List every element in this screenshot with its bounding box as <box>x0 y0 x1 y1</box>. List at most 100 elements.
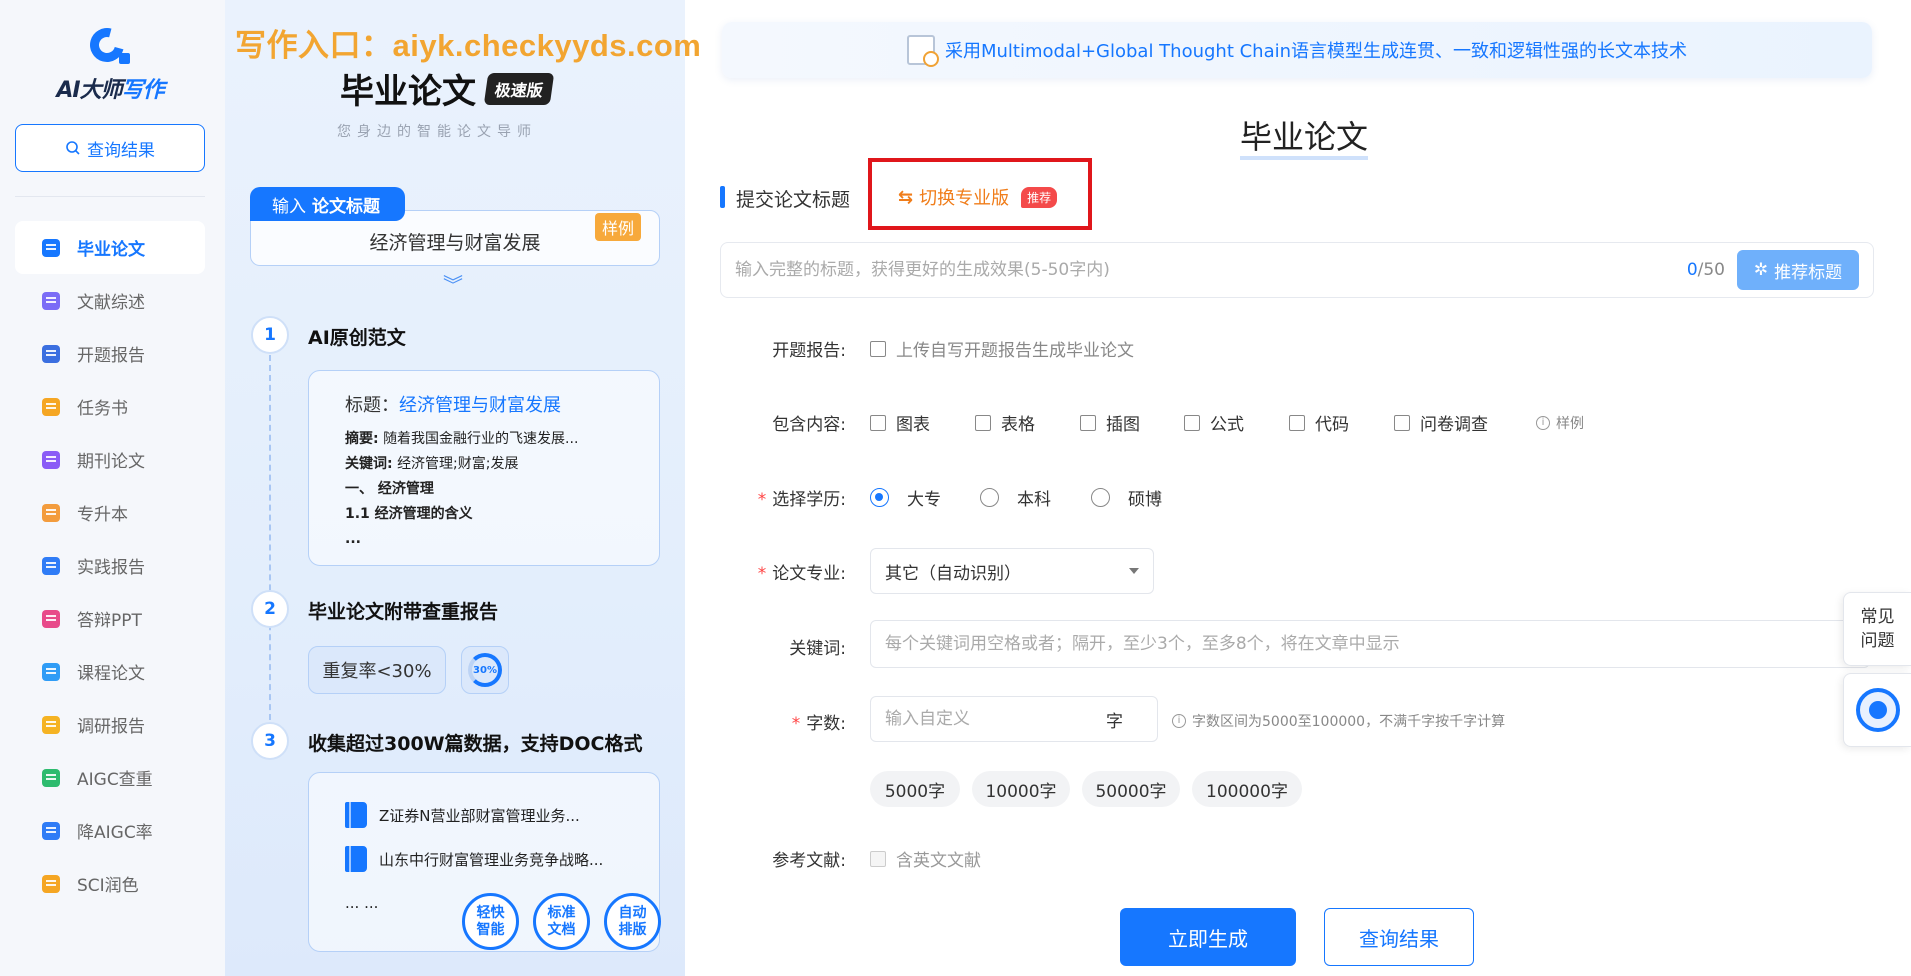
sidebar-item-label: 调研报告 <box>77 717 145 737</box>
sidebar-item[interactable]: 课程论文 <box>15 645 205 698</box>
sidebar: AI大师写作 查询结果 毕业论文文献综述开题报告任务书期刊论文专升本实践报告答辩… <box>0 0 225 976</box>
recommend-badge: 推荐 <box>1021 186 1058 208</box>
sidebar-item[interactable]: 专升本 <box>15 486 205 539</box>
sample-paper-title: 标题：经济管理与财富发展 <box>345 395 561 416</box>
graduation-cap-icon <box>42 238 60 257</box>
sidebar-item[interactable]: 任务书 <box>15 380 205 433</box>
faq-tab[interactable]: 常见 问题 <box>1843 592 1911 666</box>
sample-paper-card: 标题：经济管理与财富发展 摘要: 随着我国金融行业的飞速发展... 关键词: 经… <box>308 370 660 566</box>
checkbox[interactable] <box>870 340 886 357</box>
reduce-aigc-icon <box>42 821 60 840</box>
upgrade-icon <box>42 503 60 522</box>
promo-panel: 毕业论文 极速版 您身边的智能论文导师 输入 论文标题 经济管理与财富发展 样例 … <box>225 0 685 976</box>
customer-service-icon <box>1855 688 1900 732</box>
sidebar-item[interactable]: 毕业论文 <box>15 221 205 274</box>
customer-service-tab[interactable] <box>1843 673 1911 747</box>
sample-ellipsis: ... <box>345 531 361 547</box>
practice-icon <box>42 556 60 575</box>
info-icon: i <box>1172 714 1186 728</box>
sidebar-item[interactable]: 实践报告 <box>15 539 205 592</box>
wordcount-preset-chip[interactable]: 100000字 <box>1192 771 1302 807</box>
sample-heading-2: 1.1 经济管理的含义 <box>345 506 473 522</box>
logo[interactable]: AI大师写作 <box>50 21 170 104</box>
include-code-checkbox[interactable]: 代码 <box>1289 410 1349 435</box>
recommend-title-button[interactable]: ✲ 推荐标题 <box>1737 250 1859 290</box>
sidebar-item[interactable]: 降AIGC率 <box>15 804 205 857</box>
sidebar-query-label: 查询结果 <box>87 140 155 161</box>
sidebar-item[interactable]: 答辩PPT <box>15 592 205 645</box>
keywords-input[interactable] <box>870 620 1870 668</box>
sidebar-item-label: 任务书 <box>77 399 128 419</box>
checkbox[interactable] <box>1080 414 1096 431</box>
wordcount-preset-chip[interactable]: 10000字 <box>972 771 1070 807</box>
sample-heading-1: 一、 经济管理 <box>345 481 434 497</box>
step-title: AI原创范文 <box>308 327 406 349</box>
include-image-checkbox[interactable]: 插图 <box>1080 410 1140 435</box>
references-english-checkbox[interactable]: 含英文文献 <box>870 846 981 871</box>
sidebar-item-label: 答辩PPT <box>77 611 142 631</box>
page-title: 毕业论文 <box>1240 118 1369 160</box>
title-input-box: 0/50 ✲ 推荐标题 <box>720 242 1874 298</box>
checkbox[interactable] <box>1289 414 1305 431</box>
sidebar-item-label: 文献综述 <box>77 293 145 313</box>
include-label: 包含内容: <box>772 415 846 435</box>
checkbox[interactable] <box>1394 414 1410 431</box>
include-sample-link[interactable]: i 样例 <box>1536 413 1584 433</box>
sidebar-item-label: AIGC查重 <box>77 770 153 790</box>
char-counter: 0/50 <box>1686 260 1725 280</box>
major-select[interactable]: 其它（自动识别） <box>870 548 1154 594</box>
sidebar-item[interactable]: 文献综述 <box>15 274 205 327</box>
ppt-icon <box>42 609 60 628</box>
degree-label: * 选择学历: <box>757 490 846 510</box>
swap-arrows-icon: ⇆ <box>898 186 914 208</box>
wordcount-preset-chip[interactable]: 50000字 <box>1082 771 1180 807</box>
radio[interactable] <box>980 488 999 507</box>
include-formula-checkbox[interactable]: 公式 <box>1184 410 1244 435</box>
proposal-label: 开题报告: <box>772 341 846 361</box>
checkbox[interactable] <box>870 414 886 431</box>
include-table-checkbox[interactable]: 表格 <box>975 410 1035 435</box>
document-search-icon <box>906 35 939 67</box>
degree-option-bachelor[interactable]: 本科 <box>980 485 1051 510</box>
report-icon <box>42 344 60 363</box>
sidebar-item[interactable]: 开题报告 <box>15 327 205 380</box>
duplicate-rate-pill: 重复率<30% <box>308 646 446 694</box>
title-input[interactable] <box>735 260 1687 280</box>
duplicate-ring-icon: 30% <box>468 653 502 687</box>
sidebar-query-button[interactable]: 查询结果 <box>15 124 205 172</box>
tech-banner: 采用Multimodal+Global Thought Chain语言模型生成连… <box>722 22 1872 78</box>
switch-pro-label: 切换专业版 <box>919 188 1010 209</box>
checkbox[interactable] <box>975 414 991 431</box>
sidebar-item[interactable]: AIGC查重 <box>15 751 205 804</box>
promo-title: 毕业论文 极速版 <box>340 64 555 113</box>
references-label: 参考文献: <box>772 851 846 871</box>
sample-tag: 样例 <box>595 213 641 241</box>
step-number: 1 <box>251 316 289 354</box>
radio[interactable] <box>1091 488 1110 507</box>
duplicate-rate-ring: 30% <box>461 646 509 694</box>
checkbox[interactable] <box>1184 414 1200 431</box>
checkbox[interactable] <box>870 850 886 867</box>
sidebar-item-label: 降AIGC率 <box>77 823 153 843</box>
degree-option-junior[interactable]: 大专 <box>870 485 941 510</box>
wordcount-input[interactable] <box>885 709 1106 729</box>
survey-icon <box>42 715 60 734</box>
sidebar-item-label: 毕业论文 <box>77 240 145 260</box>
step-title: 毕业论文附带查重报告 <box>308 601 499 623</box>
sidebar-item[interactable]: 调研报告 <box>15 698 205 751</box>
query-result-button[interactable]: 查询结果 <box>1324 908 1474 966</box>
radio-selected[interactable] <box>870 488 889 507</box>
source-item: Z证券N营业部财富管理业务... <box>345 793 623 837</box>
sidebar-item-label: 专升本 <box>77 505 128 525</box>
include-chart-checkbox[interactable]: 图表 <box>870 410 930 435</box>
include-survey-checkbox[interactable]: 问卷调查 <box>1394 410 1488 435</box>
sidebar-item[interactable]: SCI润色 <box>15 857 205 910</box>
proposal-upload-checkbox[interactable]: 上传自写开题报告生成毕业论文 <box>870 336 1134 361</box>
sidebar-item[interactable]: 期刊论文 <box>15 433 205 486</box>
wordcount-preset-chip[interactable]: 5000字 <box>870 771 960 807</box>
sample-keywords: 关键词: 经济管理;财富;发展 <box>345 456 519 472</box>
generate-button[interactable]: 立即生成 <box>1120 908 1296 966</box>
switch-pro-link[interactable]: ⇆ 切换专业版 推荐 <box>898 184 1058 210</box>
degree-option-master[interactable]: 硕博 <box>1091 485 1162 510</box>
sidebar-item-label: 实践报告 <box>77 558 145 578</box>
